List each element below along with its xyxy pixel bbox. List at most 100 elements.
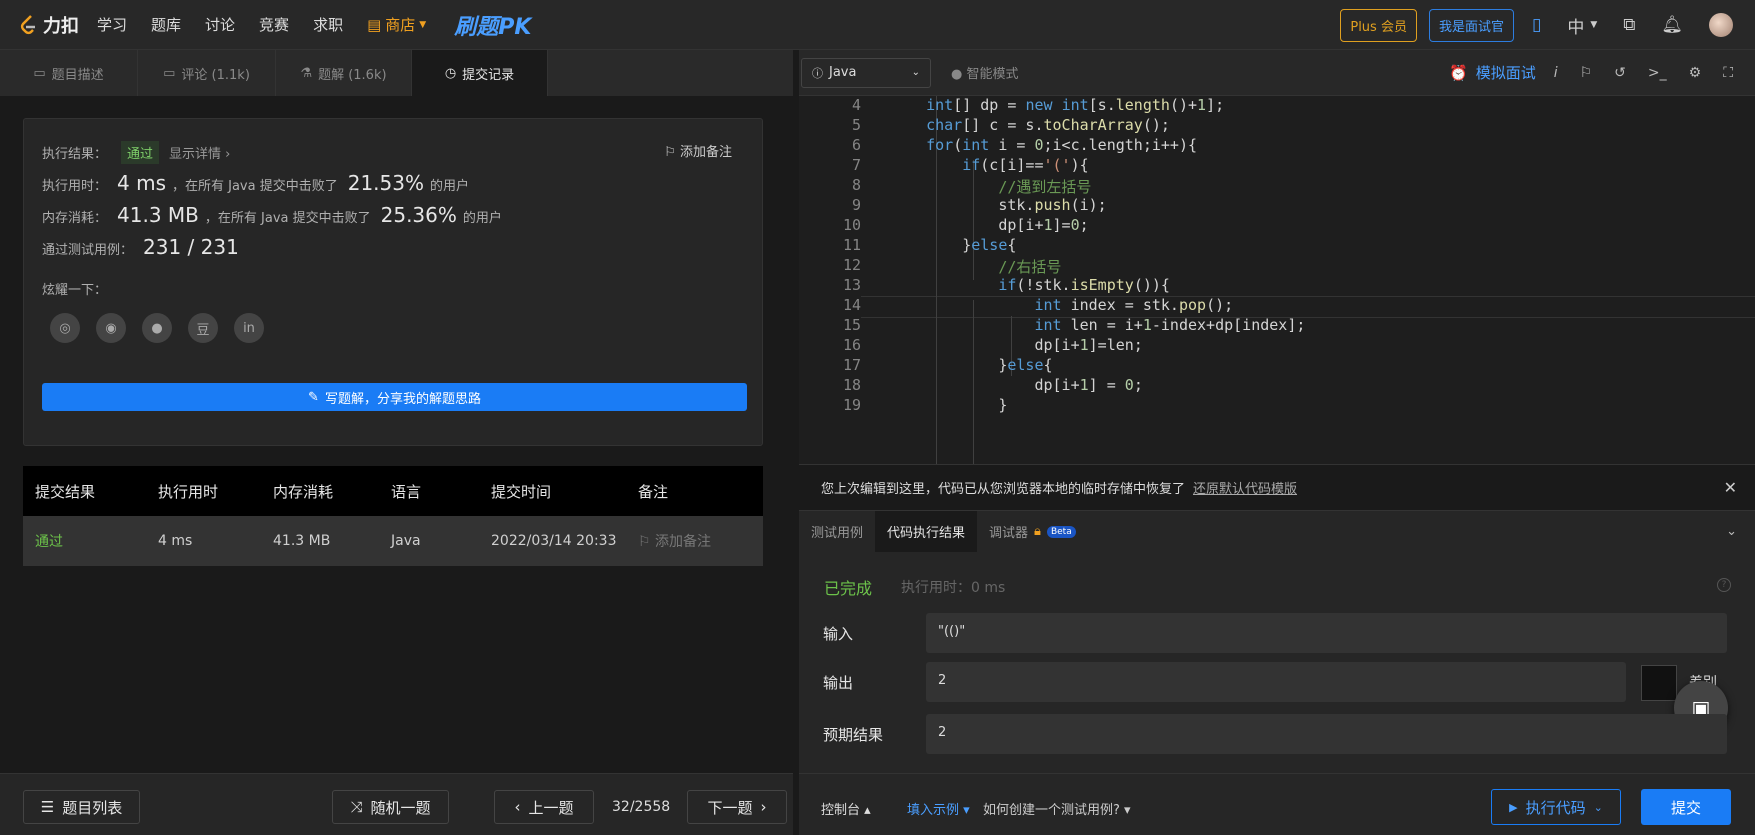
- runtime-percent: 21.53%: [347, 171, 424, 195]
- runtime-label: 执行用时：: [42, 179, 108, 194]
- random-problem-button[interactable]: ⤨ 随机一题: [332, 790, 449, 824]
- line-number: 14: [842, 296, 861, 314]
- tab-testcase[interactable]: 测试用例: [799, 511, 875, 553]
- nav-shop[interactable]: ▤ 商店 ▼: [367, 14, 426, 35]
- close-icon[interactable]: ✕: [1724, 478, 1737, 497]
- next-problem-button[interactable]: 下一题 ›: [687, 790, 787, 824]
- clock-icon: ◷: [444, 65, 457, 81]
- beta-badge: Beta: [1046, 525, 1076, 538]
- runtime-text: ，在所有 Java 提交中击败了: [172, 179, 338, 194]
- output-value: 2: [926, 662, 1626, 702]
- code-editor[interactable]: 4 int[] dp = new int[s.length()+1]; 5 ch…: [799, 96, 1755, 464]
- doc-icon: ▭: [33, 65, 46, 81]
- mock-interview-button[interactable]: ⏰ 模拟面试: [1449, 62, 1536, 83]
- weibo-icon[interactable]: ◉: [96, 313, 126, 343]
- language-switch[interactable]: 中 ▼: [1567, 13, 1597, 38]
- pk-banner[interactable]: 刷题PK: [454, 9, 531, 41]
- output-label: 输出: [823, 674, 854, 692]
- table-row[interactable]: 通过 4 ms 41.3 MB Java 2022/03/14 20:33 ⚐ …: [23, 516, 763, 566]
- nav-contest[interactable]: 竞赛: [259, 14, 289, 35]
- language-select[interactable]: ⓘ Java ⌄: [801, 57, 931, 88]
- wechat-icon[interactable]: ◎: [50, 313, 80, 343]
- console-toggle[interactable]: 控制台 ▴: [821, 799, 871, 818]
- row-time: 2022/03/14 20:33: [491, 533, 617, 549]
- smart-mode-toggle[interactable]: ● 智能模式: [951, 63, 1019, 82]
- chevron-down-icon[interactable]: ⌄: [1726, 524, 1737, 539]
- tab-solutions-label: 题解 (1.6k): [318, 67, 387, 83]
- expected-label: 预期结果: [823, 726, 884, 744]
- fill-example-button[interactable]: 填入示例 ▾: [907, 799, 970, 818]
- bell-icon[interactable]: 🔔︎: [1661, 15, 1683, 35]
- how-to-testcase-link[interactable]: 如何创建一个测试用例? ▾: [983, 799, 1131, 818]
- line-number: 13: [842, 276, 861, 294]
- tab-submissions[interactable]: ◷ 提交记录: [412, 50, 548, 96]
- row-add-note[interactable]: ⚐ 添加备注: [638, 531, 758, 551]
- lock-icon: 🔒︎: [1034, 524, 1041, 539]
- qq-icon[interactable]: ●: [142, 313, 172, 343]
- info-icon[interactable]: i: [1554, 65, 1558, 81]
- restore-text: 您上次编辑到这里，代码已从您浏览器本地的临时存储中恢复了: [821, 482, 1186, 497]
- tab-debugger[interactable]: 调试器 🔒︎ Beta: [977, 511, 1088, 553]
- testcases-value: 231 / 231: [143, 235, 239, 259]
- nav-discuss[interactable]: 讨论: [205, 14, 235, 35]
- terminal-icon[interactable]: >_: [1648, 65, 1667, 81]
- submit-button[interactable]: 提交: [1641, 789, 1731, 825]
- nav-jobs[interactable]: 求职: [313, 14, 343, 35]
- header-time: 提交时间: [491, 482, 552, 501]
- settings-icon[interactable]: ⚙: [1689, 65, 1702, 81]
- input-value: "(()": [926, 613, 1727, 653]
- leetcode-logo[interactable]: 力扣: [18, 12, 79, 38]
- prev-problem-button[interactable]: ‹ 上一题: [494, 790, 594, 824]
- caret-down-icon: ▼: [1590, 20, 1598, 30]
- mobile-icon[interactable]: ▯: [1532, 15, 1541, 35]
- submission-pane: 执行结果： 通过 显示详情 › ⚐ 添加备注 执行用时： 4 ms ，在所有 J…: [0, 96, 793, 773]
- show-detail-link[interactable]: 显示详情 ›: [169, 143, 230, 162]
- row-result[interactable]: 通过: [23, 531, 158, 551]
- input-label: 输入: [823, 625, 854, 643]
- plus-member-button[interactable]: Plus 会员: [1340, 8, 1417, 42]
- console-panel: 已完成 执行用时：0 ms ? 输入 "(()" 输出 2 差别 ▣ 预期结果 …: [799, 552, 1755, 773]
- interviewer-button[interactable]: 我是面试官: [1428, 8, 1514, 42]
- header-runtime: 执行用时: [158, 482, 219, 501]
- problem-list-button[interactable]: ☰ 题目列表: [23, 790, 140, 824]
- run-code-label: 执行代码: [1525, 798, 1586, 817]
- restore-default-link[interactable]: 还原默认代码模版: [1193, 478, 1297, 497]
- run-code-button[interactable]: ▶ 执行代码 ⌄: [1491, 789, 1621, 825]
- flag-icon[interactable]: ⚐: [1580, 65, 1593, 81]
- next-problem-label: 下一题: [707, 798, 753, 817]
- runtime-row: 执行用时： 4 ms ，在所有 Java 提交中击败了 21.53% 的用户: [42, 171, 469, 195]
- tab-testcase-label: 测试用例: [811, 526, 864, 541]
- line-number: 19: [842, 396, 861, 414]
- linkedin-icon[interactable]: in: [234, 313, 264, 343]
- line-number: 17: [842, 356, 861, 374]
- douban-icon[interactable]: 豆: [188, 313, 218, 343]
- chevron-left-icon: ‹: [514, 798, 521, 816]
- tab-submissions-label: 提交记录: [462, 67, 515, 83]
- nav-study[interactable]: 学习: [97, 14, 127, 35]
- result-status-row: 执行结果： 通过 显示详情 ›: [42, 141, 230, 164]
- nav-problems[interactable]: 题库: [151, 14, 181, 35]
- memory-value: 41.3 MB: [117, 203, 199, 227]
- header-language: 语言: [391, 482, 422, 501]
- write-solution-button[interactable]: ✎ 写题解，分享我的解题思路: [42, 383, 747, 411]
- add-note-button[interactable]: ⚐ 添加备注: [664, 141, 732, 160]
- runtime-users: 的用户: [430, 179, 470, 194]
- tab-comments[interactable]: ▭ 评论 (1.1k): [138, 50, 276, 96]
- memory-users: 的用户: [462, 211, 502, 226]
- share-row: 炫耀一下：: [42, 279, 107, 298]
- flag-icon: ⚐: [664, 145, 680, 160]
- header-result: 提交结果: [35, 482, 96, 501]
- comment-icon: ▭: [163, 65, 176, 81]
- playground-icon[interactable]: ⧉: [1623, 15, 1635, 35]
- tab-solutions[interactable]: ⚗ 题解 (1.6k): [276, 50, 412, 96]
- fullscreen-icon[interactable]: ⛶: [1723, 65, 1733, 81]
- help-icon[interactable]: ?: [1717, 578, 1731, 592]
- avatar[interactable]: [1709, 13, 1733, 37]
- tab-run-result[interactable]: 代码执行结果: [875, 510, 978, 553]
- tab-description[interactable]: ▭ 题目描述: [0, 50, 138, 96]
- language-label: 中: [1567, 17, 1585, 38]
- flag-icon: ⚐: [638, 534, 656, 550]
- reset-icon[interactable]: ↺: [1614, 65, 1626, 81]
- diff-toggle[interactable]: [1641, 665, 1677, 701]
- caret-down-icon: ▼: [419, 19, 427, 30]
